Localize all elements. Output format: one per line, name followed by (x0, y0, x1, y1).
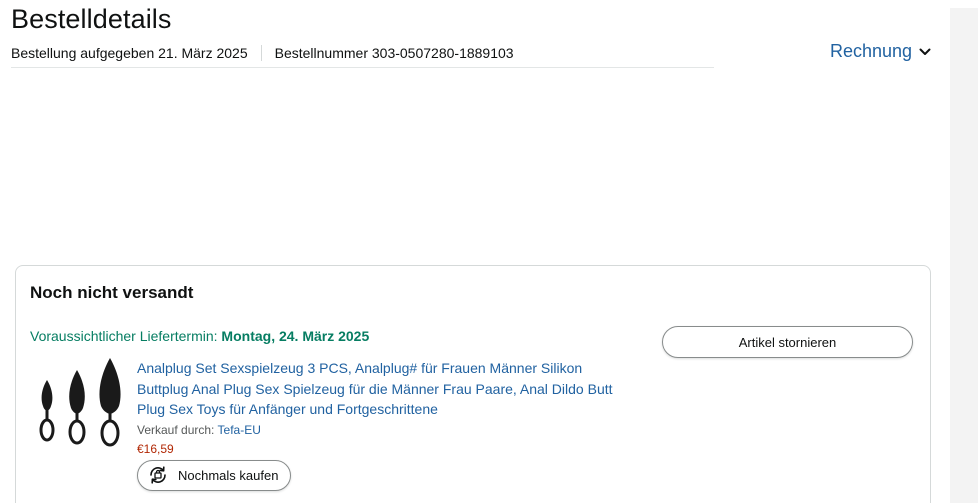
meta-divider (260, 45, 262, 61)
page-title: Bestelldetails (11, 4, 172, 34)
order-meta: Bestellung aufgegeben 21. März 2025 Best… (11, 45, 514, 61)
header-divider (11, 67, 714, 68)
invoice-dropdown[interactable]: Rechnung (830, 41, 932, 62)
scrollbar-gutter (950, 8, 978, 503)
invoice-label: Rechnung (830, 41, 913, 61)
seller-info: Verkauf durch: Tefa-EU (137, 423, 637, 437)
seller-label: Verkauf durch: (137, 422, 215, 437)
product-title-link[interactable]: Analplug Set Sexspielzeug 3 PCS, Analplu… (137, 358, 632, 420)
chevron-down-icon (919, 48, 931, 55)
product-image[interactable] (34, 356, 130, 452)
product-info: Analplug Set Sexspielzeug 3 PCS, Analplu… (137, 358, 637, 492)
buy-again-button[interactable]: Nochmals kaufen (137, 459, 292, 491)
rebuy-icon (150, 466, 166, 484)
delivery-date: Montag, 24. März 2025 (221, 328, 370, 344)
shipment-card: Noch nicht versandt Voraussichtlicher Li… (15, 265, 931, 503)
cancel-item-button[interactable]: Artikel stornieren (662, 326, 913, 358)
shipment-status: Noch nicht versandt (30, 283, 194, 302)
buy-again-label: Nochmals kaufen (178, 467, 279, 483)
seller-link[interactable]: Tefa-EU (218, 423, 261, 437)
order-number: Bestellnummer 303-0507280-1889103 (274, 45, 514, 61)
delivery-estimate: Voraussichtlicher Liefertermin: Montag, … (30, 328, 369, 344)
item-price: €16,59 (137, 441, 174, 456)
delivery-label: Voraussichtlicher Liefertermin: (30, 328, 218, 344)
order-placed-date: Bestellung aufgegeben 21. März 2025 (11, 45, 248, 61)
order-details-page: Bestelldetails Bestellung aufgegeben 21.… (0, 0, 978, 503)
